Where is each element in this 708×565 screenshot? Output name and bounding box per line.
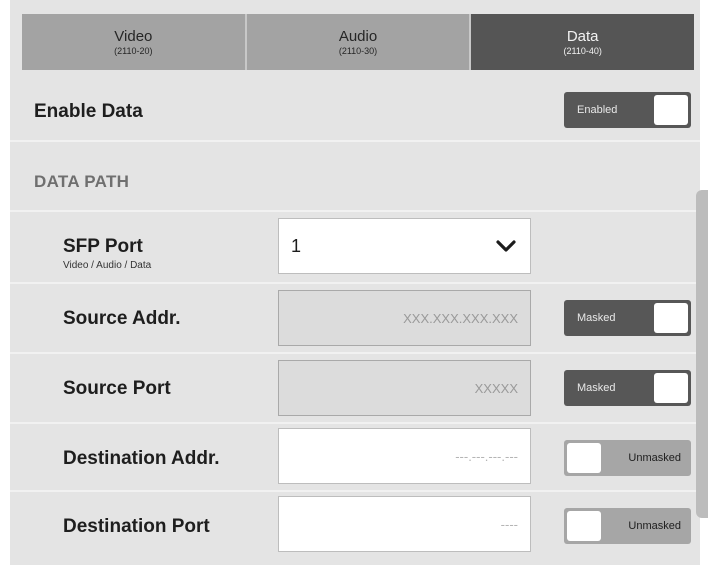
toggle-knob [654, 373, 688, 403]
source-port-mask-toggle[interactable]: Masked [564, 370, 691, 406]
sfp-port-label: SFP Port [63, 236, 143, 257]
data-path-title: DATA PATH [34, 172, 130, 191]
tab-video-label: Video [114, 27, 153, 45]
sfp-port-sublabel: Video / Audio / Data [63, 260, 152, 271]
tab-data-sub: (2110-40) [563, 45, 602, 56]
source-addr-row: Source Addr. XXX.XXX.XXX.XXX Masked [10, 284, 700, 354]
tab-audio[interactable]: Audio (2110-30) [246, 14, 472, 70]
tab-data-label: Data [566, 27, 599, 45]
source-addr-label: Source Addr. [63, 308, 181, 329]
enable-data-row: Enable Data Enabled [10, 76, 700, 142]
vertical-scrollbar[interactable] [696, 190, 708, 518]
destination-port-row: Destination Port ---- Unmasked [10, 492, 700, 558]
chevron-down-icon [496, 240, 516, 252]
toggle-knob [654, 303, 688, 333]
destination-port-field[interactable]: ---- [278, 496, 531, 552]
data-path-section: DATA PATH [10, 142, 700, 212]
destination-port-mask-toggle[interactable]: Unmasked [564, 508, 691, 544]
tab-video[interactable]: Video (2110-20) [22, 14, 247, 70]
toggle-knob [567, 443, 601, 473]
toggle-knob [567, 511, 601, 541]
source-port-row: Source Port XXXXX Masked [10, 354, 700, 424]
tab-audio-sub: (2110-30) [338, 45, 378, 56]
tab-data[interactable]: Data (2110-40) [471, 14, 695, 70]
destination-addr-row: Destination Addr. ---.---.---.--- Unmask… [10, 424, 700, 492]
source-port-label: Source Port [63, 378, 171, 399]
destination-addr-label: Destination Addr. [63, 448, 220, 469]
destination-addr-mask-toggle[interactable]: Unmasked [564, 440, 691, 476]
destination-port-toggle-text: Unmasked [628, 520, 681, 532]
tab-audio-label: Audio [338, 27, 378, 45]
toggle-knob [654, 95, 688, 125]
sfp-port-value: 1 [291, 235, 302, 256]
source-addr-toggle-text: Masked [577, 312, 616, 324]
stream-tabs: Video (2110-20) Audio (2110-30) Data (21… [22, 14, 695, 70]
enable-data-toggle-text: Enabled [577, 104, 618, 116]
tab-video-sub: (2110-20) [114, 45, 153, 56]
source-addr-field[interactable]: XXX.XXX.XXX.XXX [278, 290, 531, 346]
sfp-port-select[interactable]: 1 [278, 218, 531, 274]
sfp-port-row: SFP Port Video / Audio / Data 1 [10, 212, 700, 284]
destination-port-label: Destination Port [63, 516, 210, 537]
enable-data-toggle[interactable]: Enabled [564, 92, 691, 128]
source-port-toggle-text: Masked [577, 382, 616, 394]
enable-data-label: Enable Data [34, 101, 143, 122]
destination-addr-field[interactable]: ---.---.---.--- [278, 428, 531, 484]
destination-addr-toggle-text: Unmasked [628, 452, 681, 464]
source-addr-mask-toggle[interactable]: Masked [564, 300, 691, 336]
source-port-field[interactable]: XXXXX [278, 360, 531, 416]
